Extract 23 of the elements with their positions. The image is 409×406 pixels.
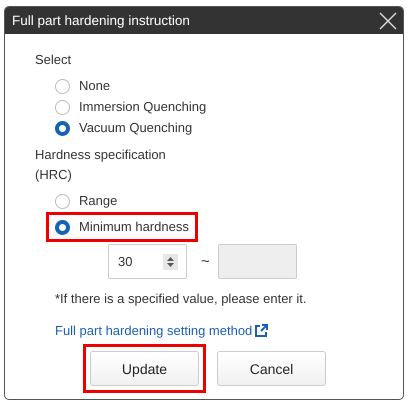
section-label: Hardness specification	[35, 147, 166, 163]
dialog-button[interactable]: Update	[90, 351, 199, 386]
radio-button[interactable]	[55, 100, 70, 114]
option-label: None	[79, 78, 110, 94]
close-icon[interactable]	[379, 12, 397, 30]
option-label: Range	[79, 193, 118, 209]
hint-text: *If there is a specified value, please enter it.	[55, 291, 306, 306]
option-label: Immersion Quenching	[79, 99, 206, 115]
section-label: Select	[35, 52, 72, 68]
range-separator: ~	[201, 253, 210, 270]
unit-label: (HRC)	[35, 167, 72, 183]
radio-button[interactable]	[55, 120, 70, 136]
help-link[interactable]: Full part hardening setting method	[55, 323, 268, 338]
radio-button[interactable]	[55, 78, 70, 94]
radio-button[interactable]	[55, 194, 70, 208]
dialog-button[interactable]: Cancel	[217, 351, 326, 386]
option-label: Minimum hardness	[79, 219, 189, 235]
radio-button[interactable]	[55, 220, 70, 234]
number-field[interactable]: 30	[108, 244, 187, 279]
spinner-icon[interactable]	[163, 254, 178, 270]
external-link-icon	[254, 324, 268, 338]
window-title: Full part hardening instruction	[12, 13, 190, 28]
option-label: Vacuum Quenching	[79, 120, 192, 136]
